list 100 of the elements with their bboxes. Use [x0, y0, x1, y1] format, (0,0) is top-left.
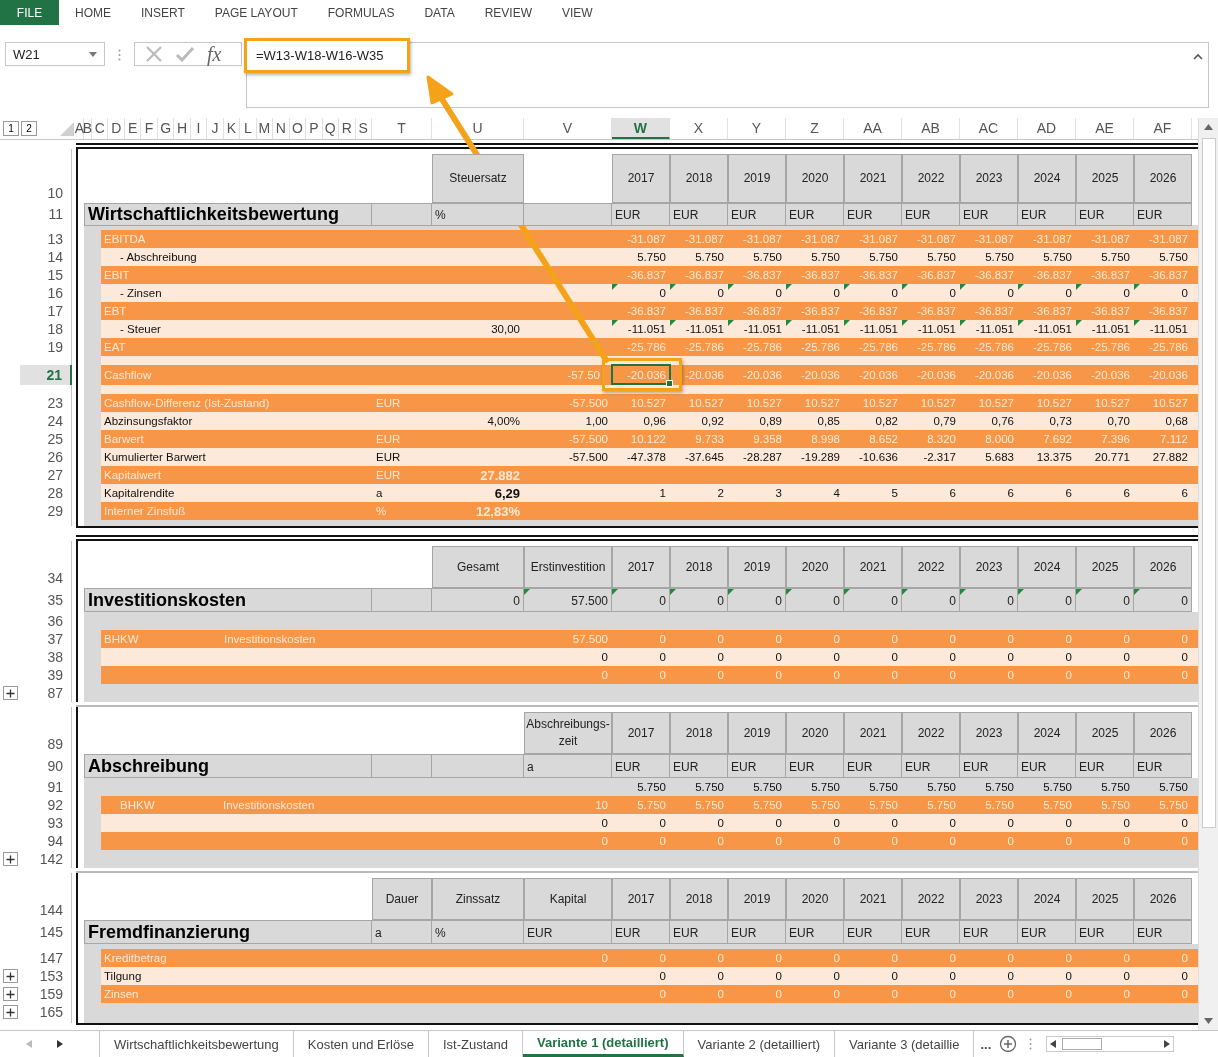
column-header[interactable]: AE	[1075, 118, 1134, 139]
row-number[interactable]: 28	[20, 484, 72, 502]
row-number[interactable]: 26	[20, 448, 72, 466]
column-header[interactable]: U	[431, 118, 524, 139]
column-header[interactable]: Q	[322, 118, 340, 139]
row-number[interactable]: 34	[20, 541, 72, 588]
sheet-tab[interactable]: Kosten und Erlöse	[293, 1031, 429, 1057]
grip-icon[interactable]	[118, 49, 121, 61]
ribbon-tab[interactable]: HOME	[61, 5, 125, 20]
expand-button[interactable]	[2, 1005, 18, 1019]
outline-level-button[interactable]: 1	[3, 121, 19, 136]
column-header[interactable]: C	[92, 118, 109, 139]
row-number[interactable]: 27	[20, 466, 72, 484]
row-number[interactable]: 16	[20, 284, 72, 302]
row-number[interactable]: 91	[20, 778, 72, 796]
column-header[interactable]: AF	[1133, 118, 1192, 139]
more-tabs[interactable]: ...	[980, 1036, 992, 1052]
row-number[interactable]: 13	[20, 230, 72, 248]
sheet-tab[interactable]: Variante 3 (detaillie	[835, 1031, 975, 1057]
row-number[interactable]: 21	[20, 365, 72, 385]
ribbon-tab[interactable]: INSERT	[127, 5, 199, 20]
insert-function-button[interactable]: fx	[207, 42, 222, 66]
expand-button[interactable]	[2, 969, 18, 983]
down-arrow-icon[interactable]	[1204, 1018, 1213, 1024]
add-sheet-icon[interactable]	[999, 1035, 1018, 1053]
collapse-icon[interactable]	[1193, 53, 1203, 60]
row-number[interactable]: 145	[20, 920, 72, 944]
column-header[interactable]: AB	[901, 118, 960, 139]
column-header[interactable]: E	[124, 118, 142, 139]
column-header[interactable]: O	[289, 118, 307, 139]
column-header[interactable]: T	[371, 118, 432, 139]
sheet-tab[interactable]: Wirtschaftlichkeitsbewertung	[100, 1031, 294, 1057]
column-header[interactable]: G	[157, 118, 175, 139]
file-tab[interactable]: FILE	[0, 0, 59, 25]
column-header[interactable]: M	[256, 118, 274, 139]
column-header[interactable]: X	[669, 118, 728, 139]
column-header[interactable]: R	[339, 118, 356, 139]
left-arrow-icon[interactable]	[1050, 1040, 1057, 1048]
column-header[interactable]: N	[273, 118, 290, 139]
expand-button[interactable]	[2, 852, 18, 866]
row-number[interactable]: 25	[20, 430, 72, 448]
row-number[interactable]: 38	[20, 648, 72, 666]
row-number[interactable]: 37	[20, 630, 72, 648]
horizontal-scrollbar[interactable]	[1046, 1036, 1175, 1052]
up-arrow-icon[interactable]	[1204, 124, 1213, 130]
scroll-thumb[interactable]	[1201, 138, 1216, 828]
column-header[interactable]: K	[223, 118, 241, 139]
column-header[interactable]: W	[611, 118, 670, 139]
row-number[interactable]: 165	[20, 1003, 72, 1021]
next-sheet-icon[interactable]	[57, 1040, 63, 1048]
sheet-tab[interactable]: Variante 1 (detailliert)	[523, 1031, 684, 1057]
ribbon-tab[interactable]: PAGE LAYOUT	[200, 5, 312, 20]
column-header[interactable]: I	[190, 118, 208, 139]
row-number[interactable]: 94	[20, 832, 72, 850]
column-header[interactable]: L	[240, 118, 257, 139]
column-header[interactable]: F	[141, 118, 158, 139]
expand-button[interactable]	[2, 686, 18, 700]
column-header[interactable]: AD	[1017, 118, 1076, 139]
column-header[interactable]: S	[355, 118, 372, 139]
name-box[interactable]: W21	[5, 42, 105, 66]
row-number[interactable]: 35	[20, 588, 72, 612]
right-arrow-icon[interactable]	[1164, 1040, 1171, 1048]
row-number[interactable]: 19	[20, 338, 72, 356]
ribbon-tab[interactable]: REVIEW	[470, 5, 546, 20]
vertical-scrollbar[interactable]	[1198, 118, 1218, 1030]
expand-button[interactable]	[2, 987, 18, 1001]
row-number[interactable]: 23	[20, 394, 72, 412]
outline-level-button[interactable]: 2	[21, 121, 37, 136]
column-header[interactable]: AA	[843, 118, 902, 139]
row-number[interactable]: 15	[20, 266, 72, 284]
check-icon[interactable]	[175, 45, 195, 63]
row-number[interactable]: 90	[20, 754, 72, 778]
row-number[interactable]: 14	[20, 248, 72, 266]
row-number[interactable]: 24	[20, 412, 72, 430]
row-number[interactable]: 92	[20, 796, 72, 814]
row-number[interactable]: 159	[20, 985, 72, 1003]
ribbon-tab[interactable]: VIEW	[548, 5, 607, 20]
sheet-tab[interactable]: Variante 2 (detailliert)	[683, 1031, 836, 1057]
row-number[interactable]: 11	[20, 203, 72, 225]
row-number[interactable]: 18	[20, 320, 72, 338]
row-number[interactable]: 147	[20, 949, 72, 967]
row-number[interactable]: 153	[20, 967, 72, 985]
column-header[interactable]: B	[84, 118, 92, 139]
column-header[interactable]: A	[76, 118, 84, 139]
grip-icon[interactable]	[1029, 1038, 1033, 1050]
row-number[interactable]: 36	[20, 612, 72, 630]
row-number[interactable]: 93	[20, 814, 72, 832]
row-number[interactable]: 29	[20, 502, 72, 520]
column-header[interactable]: D	[108, 118, 125, 139]
column-header[interactable]: V	[523, 118, 612, 139]
ribbon-tab[interactable]: FORMULAS	[313, 5, 409, 20]
ribbon-tab[interactable]: DATA	[410, 5, 469, 20]
row-number[interactable]: 89	[20, 707, 72, 754]
row-number[interactable]: 17	[20, 302, 72, 320]
column-header[interactable]: AC	[959, 118, 1018, 139]
column-header[interactable]: H	[174, 118, 191, 139]
column-header[interactable]: J	[207, 118, 224, 139]
scroll-thumb[interactable]	[1062, 1038, 1103, 1050]
row-number[interactable]: 10	[20, 149, 72, 203]
column-header[interactable]: Z	[785, 118, 844, 139]
